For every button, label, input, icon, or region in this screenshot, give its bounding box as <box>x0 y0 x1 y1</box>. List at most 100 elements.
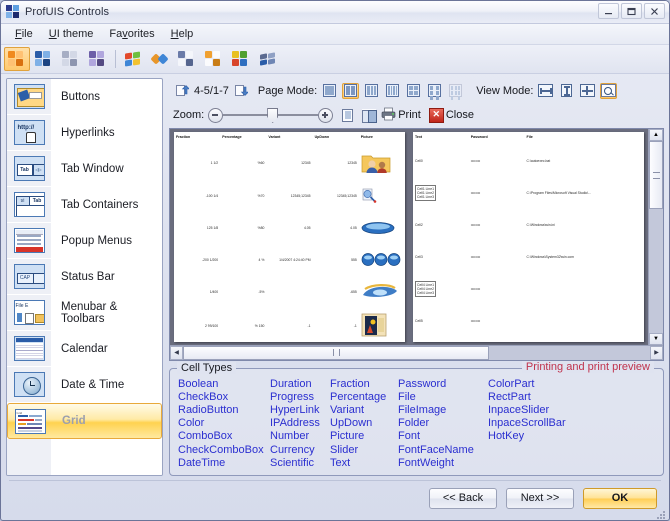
menu-item-favorites[interactable]: Favorites <box>101 26 162 42</box>
cell-types-column-2: Duration Progress HyperLink IPAddress Nu… <box>270 378 330 470</box>
sidebar-item-tab-window[interactable]: Tab ◁▷ Tab Window <box>7 151 162 187</box>
menu-item-file[interactable]: File <box>7 26 41 42</box>
preview-pages[interactable]: Fraction Percentage Variant UpDown Pictu… <box>170 129 648 345</box>
scroll-left-arrow-icon[interactable]: ◀ <box>170 345 183 360</box>
sidebar-item-popup-menus[interactable]: Popup Menus <box>7 223 162 259</box>
sidebar-item-label: Date & Time <box>61 378 125 391</box>
office-silver-icon <box>62 50 80 68</box>
close-icon[interactable] <box>644 3 665 19</box>
cell-picture <box>359 180 405 212</box>
menu-item-ui-theme[interactable]: UI theme <box>41 26 102 42</box>
view-mode-fit-height-button[interactable] <box>579 83 596 99</box>
view-mode-fit-page-button[interactable] <box>558 83 575 99</box>
page-down-icon[interactable] <box>233 83 250 99</box>
cell-text: Cell1 Line1 Cell1 Line2 Cell1 Line3 <box>415 185 436 201</box>
page-mode-2-button[interactable] <box>342 82 360 99</box>
sidebar-item-grid[interactable]: Grid Grid <box>7 403 162 439</box>
zoom-slider[interactable] <box>208 107 334 123</box>
theme-office2003-purple-button[interactable] <box>85 47 111 71</box>
cell-type-item: DateTime <box>178 456 226 469</box>
cell-variant <box>266 276 312 308</box>
minimize-icon[interactable] <box>598 3 619 19</box>
preview-horizontal-scrollbar[interactable]: ◀ ▶ <box>170 344 663 360</box>
maximize-icon[interactable] <box>621 3 642 19</box>
sidebar-item-calendar[interactable]: Calendar <box>7 331 162 367</box>
theme-office2003-silver-button[interactable] <box>58 47 84 71</box>
view-mode-fit-width-button[interactable] <box>537 83 554 99</box>
cell-types-column-1: Boolean CheckBox RadioButton Color Combo… <box>178 378 270 470</box>
sidebar-item-buttons[interactable]: Buttons <box>7 79 162 115</box>
col-header: Percentage <box>222 135 242 139</box>
theme-native-windows-button[interactable] <box>147 47 173 71</box>
sidebar-item-hyperlinks[interactable]: http:// Hyperlinks <box>7 115 162 151</box>
theme-office2003-blue-button[interactable] <box>31 47 57 71</box>
page-mode-4x2-button[interactable] <box>447 83 464 100</box>
theme-windows-xp-button[interactable] <box>120 47 146 71</box>
cell-type-item: Duration <box>270 377 312 390</box>
page-mode-2x2-button[interactable] <box>405 83 422 99</box>
cell-password: •••••••• <box>470 191 481 195</box>
fit-page-icon <box>561 84 573 97</box>
fit-width-icon <box>538 84 554 97</box>
window-controls <box>598 3 665 19</box>
sidebar-item-date-time[interactable]: Date & Time <box>7 367 162 403</box>
cell-picture <box>359 145 405 180</box>
page-margins-button[interactable] <box>339 107 356 123</box>
colored-ribbon-icon <box>150 51 169 68</box>
theme-puzzle-skin-button[interactable] <box>228 47 254 71</box>
scroll-right-arrow-icon[interactable]: ▶ <box>650 345 663 360</box>
back-button[interactable]: << Back <box>429 487 497 509</box>
table-row: 125 1/8 %80 4.05 4.05 <box>174 212 405 244</box>
cell-type-item: InpaceScrollBar <box>488 417 566 430</box>
ok-button[interactable]: OK <box>583 487 657 509</box>
cell-password: •••••••• <box>470 255 481 259</box>
preview-vertical-scrollbar[interactable]: ▲ ▼ <box>648 129 663 345</box>
next-button[interactable]: Next >> <box>506 487 574 509</box>
vertical-scroll-thumb[interactable] <box>649 141 663 209</box>
vertical-scroll-track[interactable] <box>649 209 663 333</box>
sidebar-item-tab-containers[interactable]: trl Tab Tab Containers <box>7 187 162 223</box>
zoom-slider-track[interactable] <box>223 108 319 123</box>
photo-icon <box>361 313 387 338</box>
cell-variant: 12345 <box>301 160 311 165</box>
page-mode-4-button[interactable] <box>384 83 401 99</box>
view-mode-zoom-tool-button[interactable] <box>600 82 618 99</box>
facing-pages-button[interactable] <box>360 107 377 123</box>
theme-classic-windows-button[interactable] <box>255 47 281 71</box>
zoom-out-icon[interactable] <box>208 107 224 123</box>
page-mode-1-button[interactable] <box>321 83 338 99</box>
cell-type-item: HotKey <box>488 430 525 443</box>
scroll-up-arrow-icon[interactable]: ▲ <box>649 129 663 141</box>
zoom-slider-thumb[interactable] <box>267 108 279 123</box>
folder-people-icon <box>361 155 391 175</box>
page-up-icon[interactable] <box>173 83 190 99</box>
page-mode-3x2-button[interactable] <box>426 83 443 100</box>
cell-fraction: 125 1/8 <box>206 226 219 230</box>
horizontal-scroll-thumb[interactable] <box>183 345 489 360</box>
preview-page-left[interactable]: Fraction Percentage Variant UpDown Pictu… <box>174 132 405 342</box>
print-button[interactable]: Print <box>381 107 421 124</box>
scroll-down-arrow-icon[interactable]: ▼ <box>649 332 663 345</box>
theme-office2007-gray-button[interactable] <box>201 47 227 71</box>
page-layout-3x2-icon <box>428 84 442 100</box>
close-red-icon: ✕ <box>428 107 444 123</box>
page-layout-2x2-icon <box>407 84 421 97</box>
cell-picture <box>359 212 405 244</box>
sidebar-item-menubar-toolbars[interactable]: File E Menubar & Toolbars <box>7 295 162 331</box>
cell-type-item: RadioButton <box>178 403 239 416</box>
cell-type-item: Boolean <box>178 377 219 390</box>
preview-page-right[interactable]: Text Password File Cell0 •••••••• C:\aut… <box>413 132 644 342</box>
menu-item-help[interactable]: Help <box>163 26 202 42</box>
cell-text: Cell4 Line1 Cell4 Line2 Cell4 Line3 <box>415 281 436 297</box>
table-row: Cell4 Line1 Cell4 Line2 Cell4 Line3 ••••••… <box>413 273 644 305</box>
sidebar-item-status-bar[interactable]: CAP Status Bar <box>7 259 162 295</box>
sidebar-item-label: Menubar & Toolbars <box>61 300 118 325</box>
zoom-in-icon[interactable] <box>318 107 334 123</box>
theme-office2003-orange-button[interactable] <box>4 47 30 71</box>
horizontal-scroll-track[interactable] <box>489 345 650 360</box>
resize-grip[interactable] <box>657 509 667 519</box>
close-preview-button[interactable]: ✕ Close <box>428 107 474 123</box>
theme-office2007-white-button[interactable] <box>174 47 200 71</box>
cell-type-item: ColorPart <box>488 377 535 390</box>
page-mode-3-button[interactable] <box>363 83 380 99</box>
